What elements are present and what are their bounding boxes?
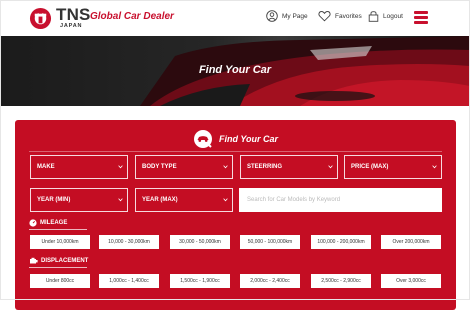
mileage-option[interactable]: 10,000 - 30,000km: [99, 235, 159, 249]
select-label: STEERRING: [247, 164, 283, 170]
mileage-option[interactable]: 100,000 - 200,000km: [311, 235, 371, 249]
nav-my-page[interactable]: My Page: [266, 10, 308, 22]
site-tagline: Global Car Dealer: [90, 11, 174, 22]
mileage-option[interactable]: Over 200,000km: [381, 235, 441, 249]
logo-subtext: JAPAN: [60, 23, 83, 29]
chevron-down-icon: [118, 198, 123, 202]
speedometer-icon: [29, 219, 37, 227]
year-max-select[interactable]: YEAR (MAX): [135, 188, 233, 212]
chevron-down-icon: [223, 165, 228, 169]
make-select[interactable]: MAKE: [30, 155, 128, 179]
steering-select[interactable]: STEERRING: [240, 155, 338, 179]
car-search-icon: [193, 130, 212, 148]
mileage-option[interactable]: Under 10,000km: [30, 235, 90, 249]
nav-label: Favorites: [335, 12, 362, 20]
price-max-select[interactable]: PRICE (MAX): [344, 155, 442, 179]
keyword-search-input[interactable]: Search for Car Models by Keyword: [239, 188, 442, 212]
divider: [29, 151, 442, 152]
user-icon: [266, 10, 278, 22]
displacement-option[interactable]: 1,500cc - 1,900cc: [170, 274, 230, 288]
chevron-down-icon: [432, 165, 437, 169]
displacement-label-text: DISPLACEMENT: [41, 258, 89, 264]
select-label: MAKE: [37, 164, 55, 170]
chevron-down-icon: [223, 198, 228, 202]
engine-icon: [30, 257, 38, 264]
mileage-label: MILEAGE: [29, 219, 67, 227]
site-header: TNS JAPAN Global Car Dealer My Page Favo…: [0, 0, 470, 36]
select-label: BODY TYPE: [142, 164, 177, 170]
hero-title: Find Your Car: [198, 64, 272, 76]
hero-banner: Find Your Car: [0, 36, 470, 106]
mileage-option[interactable]: 50,000 - 100,000km: [240, 235, 300, 249]
chevron-down-icon: [118, 165, 123, 169]
displacement-label: DISPLACEMENT: [29, 257, 88, 265]
nav-logout[interactable]: Logout: [368, 10, 403, 22]
mileage-option[interactable]: 30,000 - 50,000km: [170, 235, 230, 249]
select-label: PRICE (MAX): [351, 164, 389, 170]
hamburger-icon[interactable]: [414, 11, 428, 26]
displacement-option[interactable]: 1,000cc - 1,400cc: [99, 274, 159, 288]
chevron-down-icon: [328, 165, 333, 169]
search-panel-header: Find Your Car: [15, 128, 456, 150]
displacement-option[interactable]: 2,500cc - 2,900cc: [311, 274, 371, 288]
logo-text[interactable]: TNS: [56, 6, 91, 23]
displacement-option[interactable]: Under 800cc: [30, 274, 90, 288]
select-label: YEAR (MAX): [142, 197, 178, 203]
lock-icon: [368, 11, 379, 22]
heart-icon: [318, 11, 331, 22]
divider: [29, 267, 87, 268]
mileage-label-text: MILEAGE: [40, 220, 68, 226]
logo-mark-icon[interactable]: [29, 7, 52, 30]
keyword-placeholder: Search for Car Models by Keyword: [247, 197, 341, 203]
nav-favorites[interactable]: Favorites: [318, 10, 362, 22]
select-label: YEAR (MIN): [37, 197, 71, 203]
displacement-option[interactable]: 2,000cc - 2,400cc: [240, 274, 300, 288]
year-min-select[interactable]: YEAR (MIN): [30, 188, 128, 212]
displacement-option[interactable]: Over 3,000cc: [381, 274, 441, 288]
divider: [29, 229, 87, 230]
search-panel-title: Find Your Car: [218, 134, 278, 144]
body-type-select[interactable]: BODY TYPE: [135, 155, 233, 179]
nav-label: Logout: [383, 12, 403, 20]
nav-label: My Page: [282, 12, 308, 20]
